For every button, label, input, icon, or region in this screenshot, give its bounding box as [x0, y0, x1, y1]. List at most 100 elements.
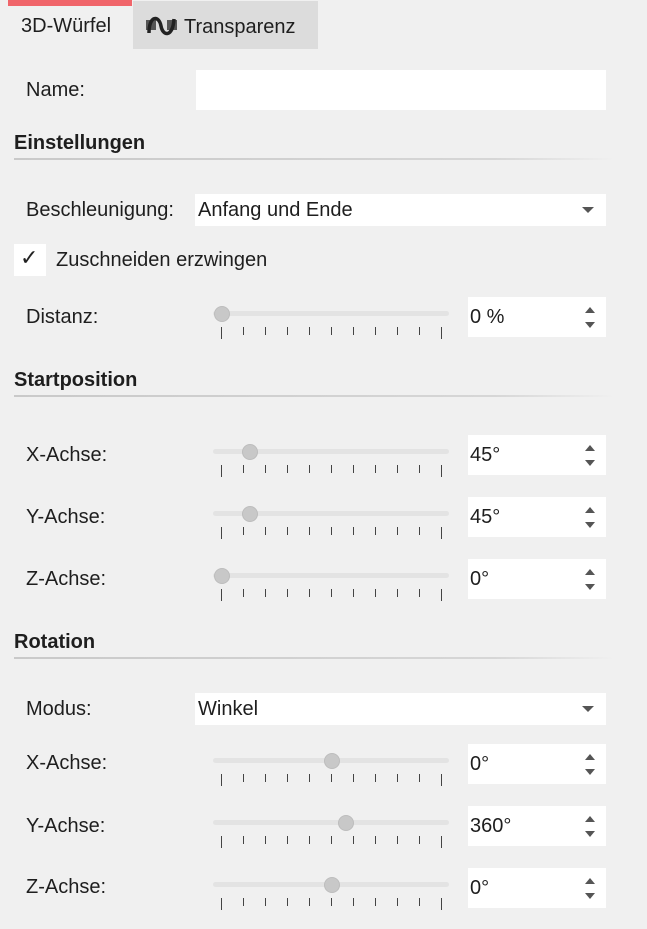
rotation-y-slider[interactable]: [213, 812, 453, 856]
spin-up-icon[interactable]: [585, 816, 595, 822]
slider-tick: [419, 836, 420, 844]
distance-slider[interactable]: [213, 303, 453, 347]
rotation-y-value: 360°: [470, 815, 512, 837]
slider-tick: [375, 836, 376, 844]
slider-tick: [287, 465, 288, 473]
rotation-x-spinbox[interactable]: 0°: [468, 744, 606, 784]
acceleration-value: Anfang und Ende: [198, 199, 353, 221]
slider-thumb[interactable]: [324, 753, 340, 769]
slider-tick: [375, 589, 376, 597]
slider-tick: [397, 465, 398, 473]
slider-tick: [309, 774, 310, 782]
slider-tick: [309, 465, 310, 473]
spin-up-icon[interactable]: [585, 307, 595, 313]
mode-label: Modus:: [26, 698, 92, 720]
start-x-spinbox[interactable]: 45°: [468, 435, 606, 475]
slider-tick: [397, 774, 398, 782]
slider-tick: [353, 327, 354, 335]
slider-tick: [265, 898, 266, 906]
slider-track[interactable]: [213, 820, 449, 825]
start-x-label: X-Achse:: [26, 444, 108, 466]
slider-tick: [221, 836, 222, 848]
start-y-value: 45°: [470, 506, 501, 528]
crop-checkbox[interactable]: ✓: [14, 244, 46, 276]
slider-tick: [265, 774, 266, 782]
tab-3d-cube-label: 3D-Würfel: [21, 15, 112, 37]
spin-down-icon[interactable]: [585, 584, 595, 590]
slider-tick: [243, 898, 244, 906]
spin-up-icon[interactable]: [585, 569, 595, 575]
start-z-slider[interactable]: [213, 565, 453, 609]
rotation-z-slider[interactable]: [213, 874, 453, 918]
slider-tick: [419, 589, 420, 597]
slider-tick: [331, 589, 332, 597]
slider-track[interactable]: [213, 573, 449, 578]
slider-thumb[interactable]: [324, 877, 340, 893]
slider-tick: [287, 836, 288, 844]
start-z-spinbox[interactable]: 0°: [468, 559, 606, 599]
slider-thumb[interactable]: [241, 506, 258, 522]
slider-tick: [265, 836, 266, 844]
tab-3d-cube[interactable]: 3D-Würfel: [8, 0, 132, 48]
rotation-z-spinbox[interactable]: 0°: [468, 868, 606, 908]
chevron-down-icon: [582, 706, 594, 712]
slider-tick: [243, 774, 244, 782]
spin-up-icon[interactable]: [585, 445, 595, 451]
chevron-down-icon: [582, 207, 594, 213]
slider-tick: [441, 527, 442, 539]
slider-tick: [221, 327, 222, 339]
spin-down-icon[interactable]: [585, 831, 595, 837]
slider-tick: [243, 465, 244, 473]
mode-select[interactable]: Winkel: [195, 693, 606, 725]
slider-tick: [353, 589, 354, 597]
spin-up-icon[interactable]: [585, 878, 595, 884]
section-divider: [14, 395, 614, 397]
distance-spinbox[interactable]: 0 %: [468, 297, 606, 337]
slider-tick: [265, 589, 266, 597]
slider-tick: [375, 774, 376, 782]
slider-tick: [353, 465, 354, 473]
slider-tick: [309, 327, 310, 335]
spin-up-icon[interactable]: [585, 754, 595, 760]
acceleration-select[interactable]: Anfang und Ende: [195, 194, 606, 226]
start-x-slider[interactable]: [213, 441, 453, 485]
rotation-x-slider[interactable]: [213, 750, 453, 794]
name-input[interactable]: [196, 70, 606, 110]
slider-track[interactable]: [213, 311, 449, 316]
slider-thumb[interactable]: [337, 815, 354, 831]
spin-down-icon[interactable]: [585, 460, 595, 466]
spin-down-icon[interactable]: [585, 522, 595, 528]
slider-thumb[interactable]: [214, 306, 230, 322]
spin-down-icon[interactable]: [585, 769, 595, 775]
start-y-spinbox[interactable]: 45°: [468, 497, 606, 537]
name-label: Name:: [26, 79, 85, 101]
spin-down-icon[interactable]: [585, 322, 595, 328]
spin-up-icon[interactable]: [585, 507, 595, 513]
slider-tick: [375, 465, 376, 473]
slider-tick: [309, 527, 310, 535]
rotation-z-label: Z-Achse:: [26, 876, 107, 898]
rotation-x-label: X-Achse:: [26, 752, 108, 774]
slider-tick: [243, 527, 244, 535]
slider-tick: [243, 836, 244, 844]
start-y-slider[interactable]: [213, 503, 453, 547]
slider-tick: [353, 898, 354, 906]
spin-down-icon[interactable]: [585, 893, 595, 899]
slider-tick: [309, 836, 310, 844]
slider-tick: [287, 527, 288, 535]
slider-thumb[interactable]: [241, 444, 258, 460]
section-divider: [14, 158, 614, 160]
slider-thumb[interactable]: [214, 568, 230, 584]
slider-tick: [265, 327, 266, 335]
slider-tick: [397, 527, 398, 535]
slider-tick: [331, 898, 332, 906]
slider-tick: [287, 774, 288, 782]
tab-transparency[interactable]: Transparenz: [133, 1, 318, 49]
slider-tick: [243, 589, 244, 597]
slider-tick: [375, 327, 376, 335]
transparency-icon: [146, 16, 177, 36]
rotation-y-spinbox[interactable]: 360°: [468, 806, 606, 846]
slider-tick: [309, 898, 310, 906]
slider-tick: [221, 774, 222, 786]
slider-tick: [419, 465, 420, 473]
